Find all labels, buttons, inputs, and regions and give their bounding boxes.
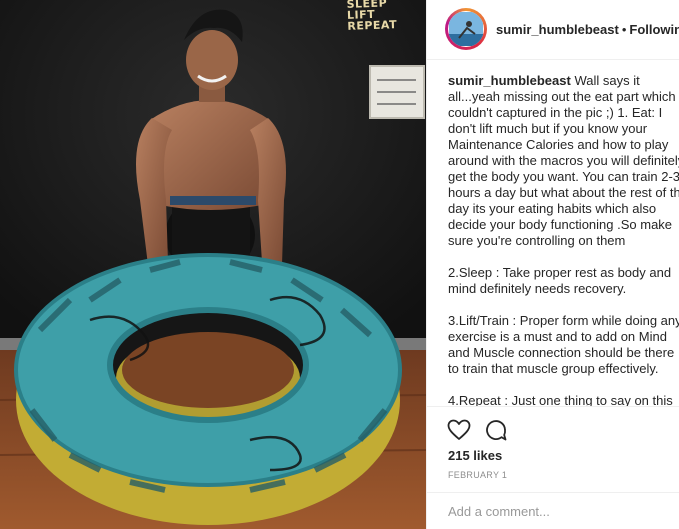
post-header: sumir_humblebeast•Following: [427, 0, 679, 60]
avatar[interactable]: [445, 8, 487, 50]
caption-paragraph: 3.Lift/Train : Proper form while doing a…: [448, 313, 679, 376]
add-comment-section: [427, 492, 679, 529]
wall-slogan: SLEEP LIFT REPEAT: [346, 0, 398, 33]
wall-slogan-line: REPEAT: [347, 18, 398, 33]
following-button[interactable]: Following: [629, 22, 679, 37]
caption-text: Wall says it all...yeah missing out the …: [448, 73, 679, 248]
post-photo[interactable]: SLEEP LIFT REPEAT: [0, 0, 426, 529]
likes-count[interactable]: 215 likes: [448, 448, 502, 463]
caption-paragraph: 2.Sleep : Take proper rest as body and m…: [448, 265, 672, 296]
caption-paragraph: sumir_humblebeast Wall says it all...yea…: [448, 73, 679, 248]
comment-bubble-icon: [486, 420, 507, 441]
post-date[interactable]: FEBRUARY 1: [448, 470, 507, 480]
comment-input[interactable]: [448, 501, 668, 521]
comment-button[interactable]: [483, 417, 509, 443]
avatar-image: [448, 11, 484, 47]
photo-illustration: [0, 0, 426, 529]
separator-dot: •: [621, 22, 627, 37]
post-panel: sumir_humblebeast•Following sumir_humble…: [426, 0, 679, 529]
caption-paragraph: 4.Repeat : Just one thing to say on this: [448, 393, 673, 407]
like-button[interactable]: [446, 417, 472, 443]
caption: sumir_humblebeast Wall says it all...yea…: [448, 73, 679, 407]
caption-username[interactable]: sumir_humblebeast: [448, 73, 571, 88]
header-user-line: sumir_humblebeast•Following: [496, 22, 679, 37]
post-actions: 215 likes FEBRUARY 1: [427, 406, 679, 529]
header-username[interactable]: sumir_humblebeast: [496, 22, 619, 37]
avatar-icon: [449, 12, 483, 46]
heart-icon: [447, 419, 471, 440]
